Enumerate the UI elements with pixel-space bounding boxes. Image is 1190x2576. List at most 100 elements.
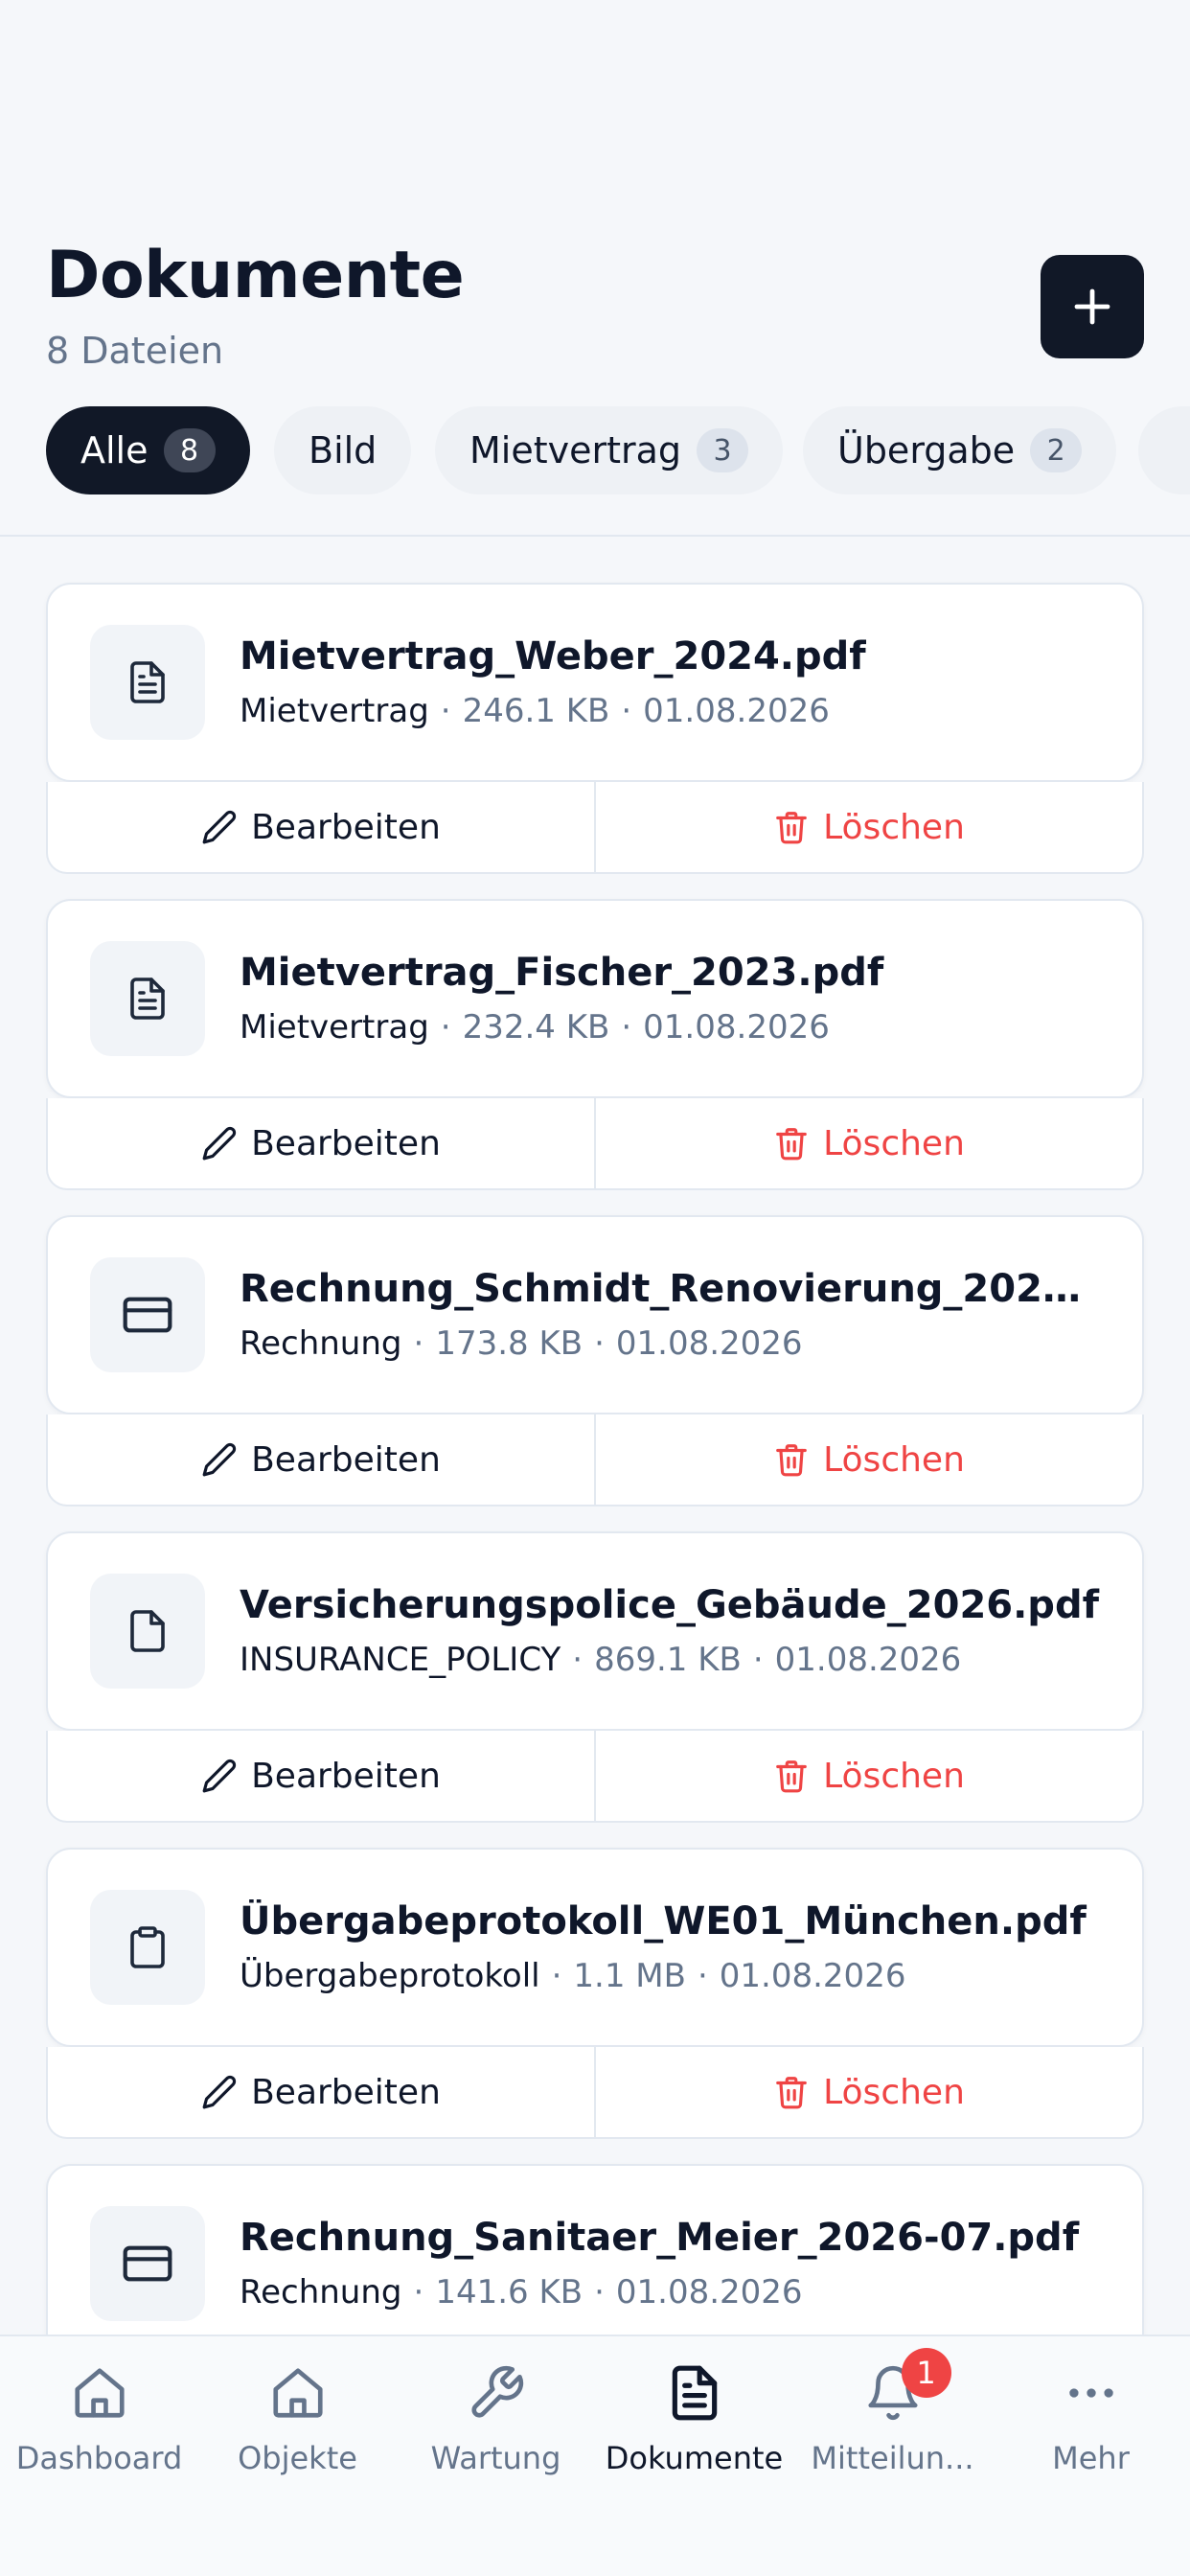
documents-screen: Dokumente 8 Dateien Alle 8 Bild Mietvert…	[0, 0, 1190, 2576]
bottom-navigation: Dashboard Objekte Wartung Dokumente 1 Mi…	[0, 2334, 1190, 2576]
document-meta: Mietvertrag · 232.4 KB · 01.08.2026	[240, 1008, 830, 1046]
document-item: Rechnung_Schmidt_Renovierung_2026-0... R…	[46, 1215, 1144, 1506]
document-size: 232.4 KB	[462, 1008, 610, 1046]
document-type: INSURANCE_POLICY	[240, 1641, 561, 1679]
document-type: Rechnung	[240, 2273, 402, 2312]
document-actions: Bearbeiten Löschen	[46, 1098, 1144, 1190]
filter-chip-bild[interactable]: Bild	[274, 406, 412, 494]
nav-label: Wartung	[430, 2440, 561, 2476]
nav-item-dashboard[interactable]: Dashboard	[0, 2359, 198, 2503]
filter-chip-count: 8	[163, 428, 216, 472]
delete-label: Löschen	[823, 1123, 965, 1163]
delete-button[interactable]: Löschen	[596, 1414, 1142, 1505]
credit-card-icon	[90, 2206, 205, 2321]
document-name: Mietvertrag_Weber_2024.pdf	[240, 634, 866, 678]
document-actions: Bearbeiten Löschen	[46, 1414, 1144, 1506]
document-meta: Mietvertrag · 246.1 KB · 01.08.2026	[240, 692, 830, 730]
document-type: Rechnung	[240, 1324, 402, 1363]
nav-label: Dashboard	[15, 2440, 183, 2476]
page-title: Dokumente	[46, 238, 465, 313]
document-item: Übergabeprotokoll_WE01_München.pdf Überg…	[46, 1848, 1144, 2139]
credit-card-icon	[90, 1257, 205, 1372]
nav-item-mitteilungen[interactable]: 1 Mitteilun...	[793, 2348, 992, 2503]
edit-button[interactable]: Bearbeiten	[48, 1731, 596, 1821]
filter-chip-count: 3	[697, 428, 749, 472]
nav-label: Mehr	[1052, 2440, 1130, 2476]
document-meta: Rechnung · 173.8 KB · 01.08.2026	[240, 1324, 803, 1363]
document-size: 1.1 MB	[573, 1957, 686, 1995]
nav-item-wartung[interactable]: Wartung	[397, 2359, 595, 2503]
edit-button[interactable]: Bearbeiten	[48, 1098, 596, 1188]
edit-label: Bearbeiten	[251, 1123, 441, 1163]
document-card[interactable]: Mietvertrag_Fischer_2023.pdf Mietvertrag…	[46, 899, 1144, 1098]
file-text-icon	[90, 625, 205, 740]
document-item: Mietvertrag_Fischer_2023.pdf Mietvertrag…	[46, 899, 1144, 1190]
nav-item-objekte[interactable]: Objekte	[198, 2359, 397, 2503]
document-date: 01.08.2026	[615, 1324, 803, 1363]
document-name: Rechnung_Schmidt_Renovierung_2026-0...	[240, 1267, 1102, 1311]
document-size: 246.1 KB	[462, 692, 610, 730]
document-actions: Bearbeiten Löschen	[46, 1731, 1144, 1823]
notification-badge: 1	[901, 2348, 951, 2398]
file-count: 8 Dateien	[46, 330, 224, 372]
document-date: 01.08.2026	[643, 1008, 830, 1046]
pencil-icon	[202, 1442, 237, 1477]
file-icon	[90, 1574, 205, 1689]
trash-icon	[776, 2077, 807, 2109]
document-type: Mietvertrag	[240, 692, 429, 730]
document-icon	[661, 2359, 728, 2426]
document-meta: INSURANCE_POLICY · 869.1 KB · 01.08.2026	[240, 1641, 962, 1679]
filter-chip-uebergabe[interactable]: Übergabe 2	[803, 406, 1117, 494]
filter-chip-count: 2	[1030, 428, 1083, 472]
delete-label: Löschen	[823, 1756, 965, 1796]
document-type: Mietvertrag	[240, 1008, 429, 1046]
nav-label: Mitteilun...	[811, 2440, 974, 2476]
filter-chip-label: Übergabe	[837, 429, 1016, 472]
document-date: 01.08.2026	[719, 1957, 906, 1995]
plus-icon	[1074, 288, 1110, 325]
document-name: Rechnung_Sanitaer_Meier_2026-07.pdf	[240, 2216, 1080, 2260]
nav-item-mehr[interactable]: Mehr	[992, 2359, 1190, 2503]
document-card[interactable]: Rechnung_Sanitaer_Meier_2026-07.pdf Rech…	[46, 2164, 1144, 2363]
building-icon	[264, 2359, 332, 2426]
nav-label: Dokumente	[605, 2440, 784, 2476]
edit-button[interactable]: Bearbeiten	[48, 2047, 596, 2137]
nav-item-dokumente[interactable]: Dokumente	[595, 2359, 793, 2503]
delete-button[interactable]: Löschen	[596, 782, 1142, 872]
document-item: Versicherungspolice_Gebäude_2026.pdf INS…	[46, 1531, 1144, 1823]
edit-button[interactable]: Bearbeiten	[48, 782, 596, 872]
edit-button[interactable]: Bearbeiten	[48, 1414, 596, 1505]
document-card[interactable]: Übergabeprotokoll_WE01_München.pdf Überg…	[46, 1848, 1144, 2047]
document-actions: Bearbeiten Löschen	[46, 782, 1144, 874]
document-actions: Bearbeiten Löschen	[46, 2047, 1144, 2139]
clipboard-icon	[90, 1890, 205, 2005]
pencil-icon	[202, 1759, 237, 1793]
document-name: Mietvertrag_Fischer_2023.pdf	[240, 951, 884, 995]
document-size: 141.6 KB	[435, 2273, 584, 2312]
filter-chip-label: Mietvertrag	[469, 429, 682, 472]
trash-icon	[776, 1760, 807, 1793]
delete-button[interactable]: Löschen	[596, 1098, 1142, 1188]
page-header: Dokumente 8 Dateien Alle 8 Bild Mietvert…	[0, 0, 1190, 537]
document-card[interactable]: Rechnung_Schmidt_Renovierung_2026-0... R…	[46, 1215, 1144, 1414]
edit-label: Bearbeiten	[251, 1439, 441, 1480]
home-icon	[66, 2359, 133, 2426]
document-card[interactable]: Versicherungspolice_Gebäude_2026.pdf INS…	[46, 1531, 1144, 1731]
delete-label: Löschen	[823, 807, 965, 847]
delete-button[interactable]: Löschen	[596, 2047, 1142, 2137]
filter-chip-all[interactable]: Alle 8	[46, 406, 250, 494]
document-item: Mietvertrag_Weber_2024.pdf Mietvertrag · 2…	[46, 583, 1144, 874]
edit-label: Bearbeiten	[251, 807, 441, 847]
trash-icon	[776, 812, 807, 844]
trash-icon	[776, 1444, 807, 1477]
document-meta: Rechnung · 141.6 KB · 01.08.2026	[240, 2273, 803, 2312]
delete-label: Löschen	[823, 1439, 965, 1480]
pencil-icon	[202, 2075, 237, 2109]
add-document-button[interactable]	[1041, 255, 1144, 358]
filter-chip-mietvertrag[interactable]: Mietvertrag 3	[435, 406, 784, 494]
filter-chip-label: Bild	[309, 429, 378, 472]
filter-chip-more[interactable]	[1138, 406, 1190, 494]
delete-button[interactable]: Löschen	[596, 1731, 1142, 1821]
document-card[interactable]: Mietvertrag_Weber_2024.pdf Mietvertrag · 2…	[46, 583, 1144, 782]
document-date: 01.08.2026	[615, 2273, 803, 2312]
